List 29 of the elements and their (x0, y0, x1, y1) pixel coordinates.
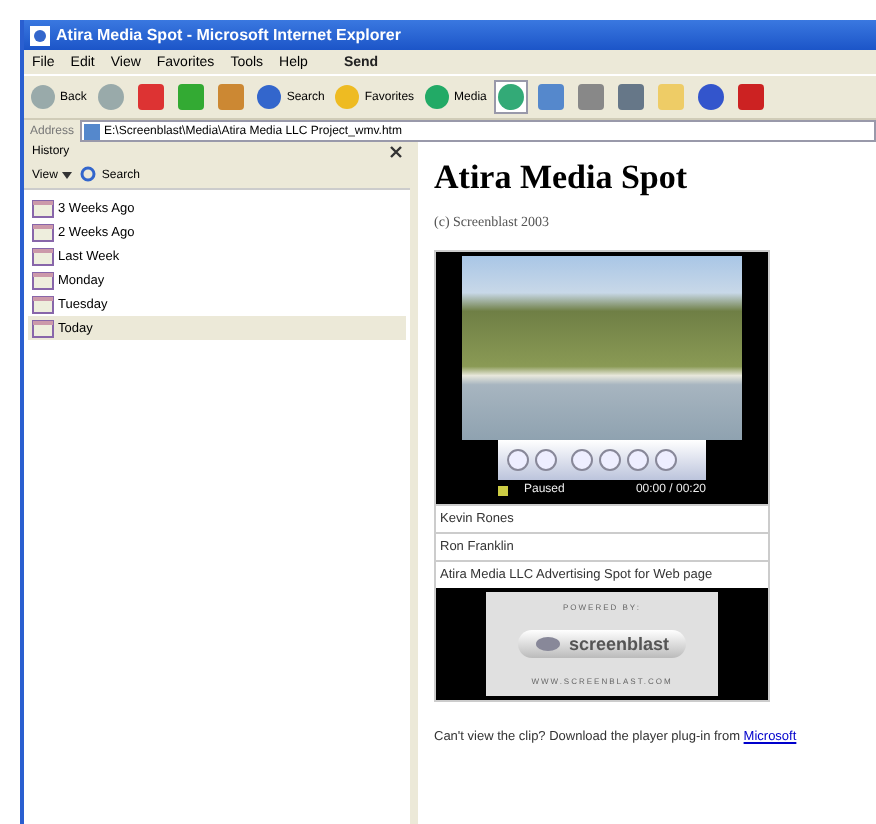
player-controls[interactable] (498, 440, 706, 480)
browser-icon (30, 25, 50, 45)
toolbar-icon[interactable] (216, 82, 247, 112)
calendar-icon (32, 319, 54, 337)
toolbar-icon[interactable] (136, 82, 167, 112)
calendar-icon (32, 295, 54, 313)
search-icon (79, 166, 98, 184)
toolbar-icon[interactable] (536, 82, 567, 112)
logo-text: screenblast (568, 633, 670, 654)
toolbar-icon (334, 84, 361, 110)
page-icon (84, 123, 101, 139)
toolbar-icon[interactable] (616, 82, 647, 112)
toolbar-icon[interactable] (576, 82, 607, 112)
close-icon[interactable] (390, 146, 402, 158)
window-title: Atira Media Spot - Microsoft Internet Explorer (56, 26, 401, 44)
toolbar-icon[interactable] (496, 82, 527, 112)
page-heading: Atira Media Spot (434, 158, 690, 198)
calendar-icon (32, 199, 54, 217)
caret-icon (61, 171, 72, 179)
toolbar-icon[interactable] (176, 82, 207, 112)
toolbar-icon[interactable] (736, 82, 767, 112)
toolbar-icon[interactable] (696, 82, 727, 112)
calendar-icon (32, 271, 54, 289)
toolbar-icon (424, 84, 451, 110)
calendar-icon (32, 247, 54, 265)
toolbar-icon (256, 84, 283, 110)
toolbar-icon (30, 84, 56, 110)
calendar-icon (32, 223, 54, 241)
status-icon (498, 485, 508, 495)
